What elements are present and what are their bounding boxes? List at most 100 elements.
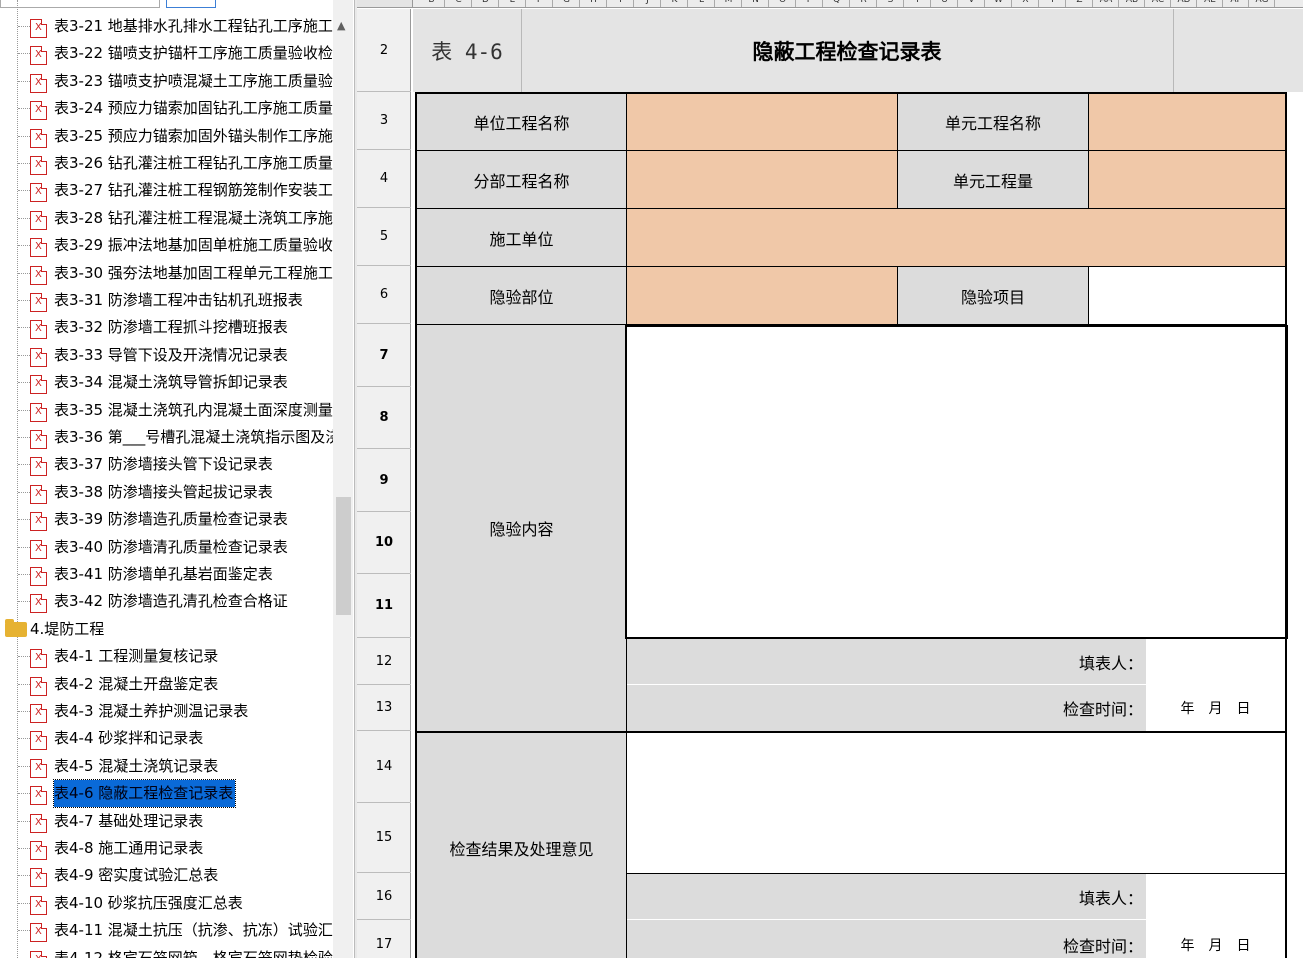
filler-input[interactable]	[1146, 639, 1285, 684]
tree-item[interactable]: 表4-11 混凝土抗压（抗渗、抗冻）试验汇	[0, 917, 333, 944]
row-header[interactable]: 14	[357, 731, 411, 803]
date-input[interactable]: 年 月 日	[1146, 685, 1285, 731]
hidden-content-input[interactable]	[625, 325, 1288, 639]
tree-vertical-scrollbar[interactable]: ▲	[333, 0, 353, 958]
column-header[interactable]: G	[554, 0, 580, 7]
result-input[interactable]	[627, 733, 1285, 873]
row-header[interactable]: 11	[357, 574, 411, 638]
column-header[interactable]: AF	[1224, 0, 1249, 7]
tree-item[interactable]: 表3-25 预应力锚索加固外锚头制作工序施	[0, 123, 333, 150]
tree-item[interactable]: 表3-31 防渗墙工程冲击钻机孔班报表	[0, 287, 332, 314]
column-header[interactable]: AA	[1094, 0, 1119, 7]
row-header[interactable]: 7	[357, 324, 411, 387]
row-header[interactable]: 5	[357, 208, 411, 266]
spreadsheet-view[interactable]: B C D E F G H I J K L M N O P Q R S T U V W X Y Z AA AB AC AD AE AF AG …	[357, 0, 1303, 958]
tree-item[interactable]: 表3-27 钻孔灌注桩工程钢筋笼制作安装工	[0, 177, 333, 204]
tree-item[interactable]: 表3-26 钻孔灌注桩工程钻孔工序施工质量	[0, 150, 333, 177]
tree-item[interactable]: 表4-10 砂浆抗压强度汇总表	[0, 890, 332, 917]
select-all-corner[interactable]	[357, 0, 413, 7]
column-header[interactable]: M	[716, 0, 742, 7]
tree-item[interactable]: 表3-28 钻孔灌注桩工程混凝土浇筑工序施	[0, 205, 333, 232]
column-header[interactable]: O	[770, 0, 796, 7]
unit-element-input[interactable]	[1089, 94, 1285, 150]
tree-item[interactable]: 表3-34 混凝土浇筑导管拆卸记录表	[0, 369, 332, 396]
row-header[interactable]: 6	[357, 266, 411, 324]
tree-item[interactable]: 表3-35 混凝土浇筑孔内混凝土面深度测量	[0, 397, 333, 424]
filler-input-2[interactable]	[1146, 874, 1285, 919]
tree-search-button[interactable]	[166, 0, 216, 8]
row-header[interactable]: 16	[357, 873, 411, 920]
tree-item[interactable]: 表4-6 隐蔽工程检查记录表	[0, 779, 332, 809]
column-header[interactable]: C	[446, 0, 472, 7]
tree-item[interactable]: 表4-3 混凝土养护测温记录表	[0, 698, 332, 725]
tree-item[interactable]: 表4-5 混凝土浇筑记录表	[0, 753, 332, 780]
tree-search-input[interactable]	[0, 0, 160, 8]
column-header[interactable]: H	[581, 0, 607, 7]
tree-item[interactable]: 表4-4 砂浆拌和记录表	[0, 725, 332, 752]
row-header[interactable]: 17	[357, 920, 411, 958]
column-header[interactable]: N	[743, 0, 769, 7]
tree-item[interactable]: 表3-21 地基排水孔排水工程钻孔工序施工	[0, 13, 333, 40]
tree-item[interactable]: 表3-33 导管下设及开浇情况记录表	[0, 342, 332, 369]
contractor-input[interactable]	[627, 209, 1285, 266]
column-header[interactable]: AB	[1120, 0, 1145, 7]
column-header[interactable]: L	[689, 0, 715, 7]
row-header[interactable]: 12	[357, 638, 411, 685]
hidden-part-input[interactable]	[627, 267, 897, 324]
tree-item[interactable]: 表3-24 预应力锚索加固钻孔工序施工质量	[0, 95, 333, 122]
column-header[interactable]: K	[662, 0, 688, 7]
division-input[interactable]	[627, 151, 897, 208]
tree-folder[interactable]: 4.堤防工程	[0, 616, 332, 643]
column-header[interactable]: I	[608, 0, 634, 7]
column-header[interactable]: AD	[1172, 0, 1197, 7]
row-header[interactable]: 15	[357, 803, 411, 873]
tree-item[interactable]: 表3-32 防渗墙工程抓斗挖槽班报表	[0, 314, 332, 341]
column-header[interactable]: V	[959, 0, 985, 7]
tree-item[interactable]: 表3-38 防渗墙接头管起拔记录表	[0, 479, 332, 506]
tree-item[interactable]: 表3-30 强夯法地基加固工程单元工程施工	[0, 260, 333, 287]
tree-item[interactable]: 表4-2 混凝土开盘鉴定表	[0, 671, 332, 698]
tree-item[interactable]: 表3-37 防渗墙接头管下设记录表	[0, 451, 332, 478]
tree-item[interactable]: 表4-8 施工通用记录表	[0, 835, 332, 862]
element-quantity-input[interactable]	[1089, 151, 1285, 208]
column-header[interactable]: F	[527, 0, 553, 7]
tree-item[interactable]: 表4-7 基础处理记录表	[0, 808, 332, 835]
row-header[interactable]: 13	[357, 685, 411, 731]
column-header[interactable]: R	[851, 0, 877, 7]
tree-item[interactable]: 表3-39 防渗墙造孔质量检查记录表	[0, 506, 332, 533]
row-header[interactable]: 4	[357, 150, 411, 208]
column-header[interactable]: J	[635, 0, 661, 7]
row-header[interactable]: 10	[357, 512, 411, 574]
column-header[interactable]: Y	[1040, 0, 1066, 7]
unit-project-input[interactable]	[627, 94, 897, 150]
column-header[interactable]: S	[878, 0, 904, 7]
column-header[interactable]: AC	[1146, 0, 1171, 7]
date-input-2[interactable]: 年 月 日	[1146, 920, 1285, 958]
row-header[interactable]: 9	[357, 449, 411, 512]
column-header[interactable]: X	[1013, 0, 1039, 7]
row-header[interactable]: 3	[357, 92, 411, 150]
tree-item[interactable]: 表3-42 防渗墙造孔清孔检查合格证	[0, 588, 332, 615]
column-header[interactable]: P	[797, 0, 823, 7]
column-header[interactable]: U	[932, 0, 958, 7]
tree-item[interactable]: 表3-22 锚喷支护锚杆工序施工质量验收检	[0, 40, 333, 67]
column-header[interactable]: B	[419, 0, 445, 7]
tree-item[interactable]: 表4-1 工程测量复核记录	[0, 643, 332, 670]
column-header[interactable]: Q	[824, 0, 850, 7]
hidden-item-input[interactable]	[1089, 267, 1285, 324]
tree-item[interactable]: 表3-40 防渗墙清孔质量检查记录表	[0, 534, 332, 561]
column-header[interactable]: T	[905, 0, 931, 7]
column-header[interactable]: AG	[1250, 0, 1275, 7]
tree-item[interactable]: 表3-29 振冲法地基加固单桩施工质量验收	[0, 232, 333, 259]
tree-item[interactable]: 表4-9 密实度试验汇总表	[0, 862, 332, 889]
scroll-up-icon[interactable]: ▲	[337, 20, 345, 32]
tree-item[interactable]: 表4-12 格宾石笼网箱、格宾石笼网垫检验	[0, 945, 333, 958]
row-header[interactable]: 8	[357, 387, 411, 449]
column-header[interactable]: E	[500, 0, 526, 7]
tree-item[interactable]: 表3-36 第___号槽孔混凝土浇筑指示图及浇	[0, 424, 340, 451]
column-header[interactable]: D	[473, 0, 499, 7]
row-header[interactable]: 2	[357, 9, 411, 92]
scrollbar-thumb[interactable]	[336, 497, 351, 615]
column-header[interactable]: Z	[1067, 0, 1093, 7]
tree-item[interactable]: 表3-41 防渗墙单孔基岩面鉴定表	[0, 561, 332, 588]
